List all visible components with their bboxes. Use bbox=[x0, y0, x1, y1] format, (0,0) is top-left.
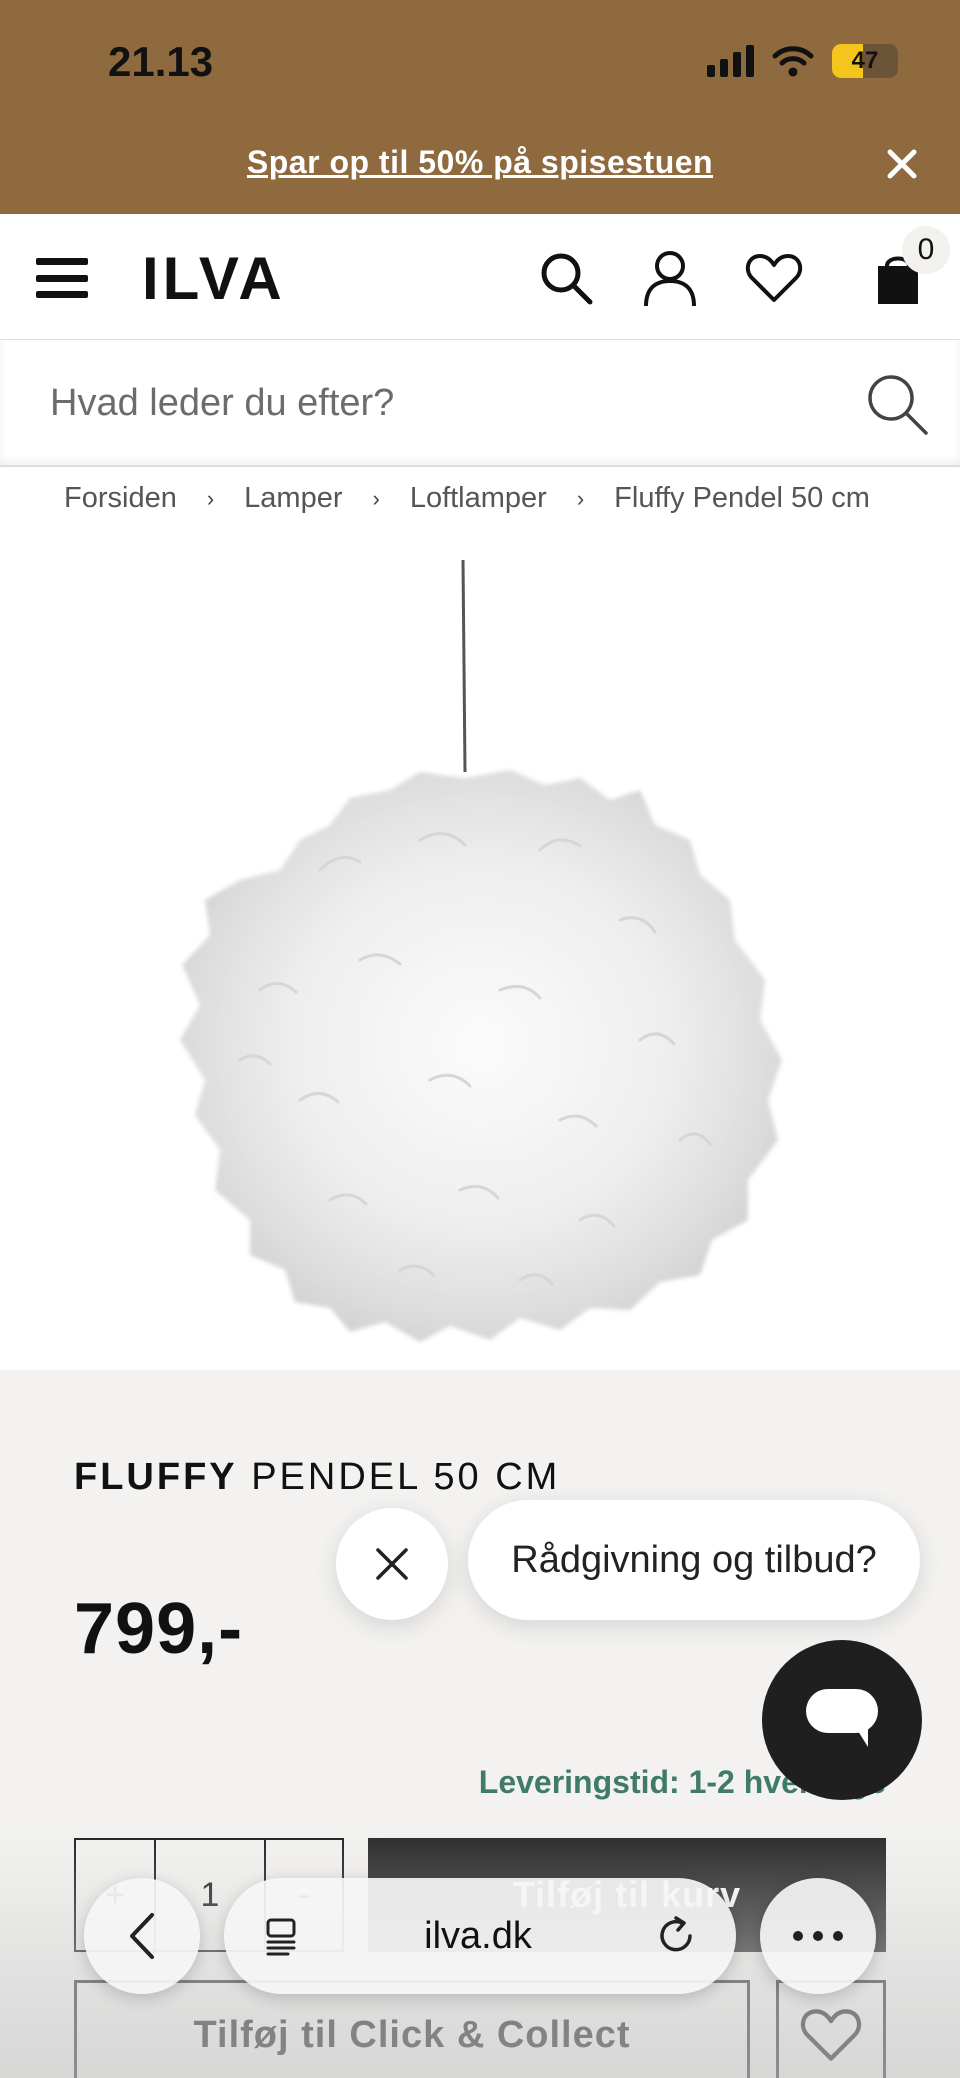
logo[interactable]: ILVA bbox=[142, 244, 286, 313]
chat-dismiss-button[interactable] bbox=[336, 1508, 448, 1620]
battery-level: 47 bbox=[851, 47, 879, 74]
browser-back-button[interactable] bbox=[84, 1878, 200, 1994]
search-input[interactable] bbox=[0, 341, 840, 465]
chevron-right-icon: › bbox=[206, 485, 215, 511]
browser-more-button[interactable] bbox=[760, 1878, 876, 1994]
browser-url: ilva.dk bbox=[424, 1914, 532, 1957]
heart-icon[interactable] bbox=[744, 248, 804, 308]
search-submit-icon[interactable] bbox=[864, 371, 930, 437]
product-title-rest: PENDEL 50 CM bbox=[237, 1456, 561, 1498]
chat-icon bbox=[806, 1689, 878, 1747]
product-image[interactable] bbox=[0, 540, 960, 1370]
chat-launcher-button[interactable] bbox=[762, 1640, 922, 1800]
status-time: 21.13 bbox=[108, 38, 214, 85]
more-icon bbox=[793, 1931, 843, 1941]
product-price: 799,- bbox=[74, 1589, 244, 1669]
click-collect-button[interactable]: Tilføj til Click & Collect bbox=[74, 1980, 750, 2078]
close-icon bbox=[376, 1548, 408, 1580]
signal-icon bbox=[707, 45, 754, 77]
menu-icon[interactable] bbox=[36, 258, 88, 298]
heart-icon bbox=[800, 2009, 862, 2061]
product-title: FLUFFY PENDEL 50 CM bbox=[74, 1456, 560, 1499]
chevron-right-icon: › bbox=[576, 485, 585, 511]
chevron-left-icon bbox=[130, 1913, 154, 1959]
breadcrumb-item[interactable]: Loftlamper bbox=[410, 482, 547, 515]
breadcrumb-current: Fluffy Pendel 50 cm bbox=[614, 482, 870, 514]
top-band: 21.13 47 Spar op til 50% på spisestuen bbox=[0, 0, 960, 214]
site-header: ILVA bbox=[0, 214, 960, 340]
chat-prompt-bubble[interactable]: Rådgivning og tilbud? bbox=[468, 1500, 920, 1620]
promo-link[interactable]: Spar op til 50% på spisestuen bbox=[0, 144, 960, 181]
chevron-right-icon: › bbox=[372, 485, 380, 511]
breadcrumb-item[interactable]: Lamper bbox=[244, 482, 342, 515]
status-icons: 47 bbox=[707, 44, 898, 78]
tabs-icon bbox=[266, 1918, 296, 1956]
cart-count-badge: 0 bbox=[902, 226, 950, 274]
reload-icon[interactable] bbox=[654, 1914, 698, 1958]
breadcrumb: Forsiden › Lamper › Loftlamper › Fluffy … bbox=[64, 482, 870, 515]
search-icon[interactable] bbox=[536, 248, 596, 308]
close-icon[interactable] bbox=[882, 144, 922, 184]
breadcrumb-item[interactable]: Forsiden bbox=[64, 482, 177, 515]
product-title-bold: FLUFFY bbox=[74, 1456, 238, 1498]
search-bar bbox=[0, 341, 960, 467]
wifi-icon bbox=[772, 46, 814, 77]
account-icon[interactable] bbox=[640, 248, 700, 308]
browser-address-bar[interactable]: ilva.dk bbox=[224, 1878, 736, 1994]
add-to-wishlist-button[interactable] bbox=[776, 1980, 886, 2078]
battery-icon: 47 bbox=[832, 44, 898, 78]
